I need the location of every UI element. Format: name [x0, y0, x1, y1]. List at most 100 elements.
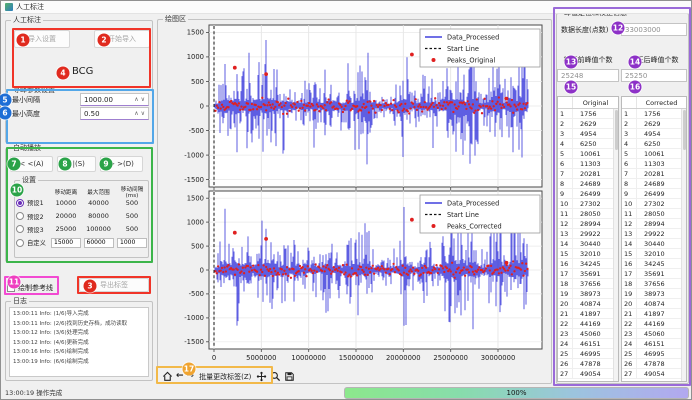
peak-value: 4954 — [637, 129, 686, 138]
peak-value: 1756 — [573, 109, 618, 118]
preset-radio[interactable] — [16, 212, 24, 220]
peak-value: 28994 — [637, 219, 686, 228]
table-row[interactable]: 1228994 — [622, 219, 686, 229]
peak-value: 32010 — [637, 249, 686, 258]
preset-value: 20000 — [50, 212, 82, 220]
row-index: 22 — [622, 319, 637, 328]
magnifier-icon[interactable] — [270, 371, 281, 382]
table-row[interactable]: 1128050 — [622, 209, 686, 219]
table-row[interactable]: 2749054 — [558, 369, 618, 379]
row-index: 15 — [622, 249, 637, 258]
preset-row: 自定义 — [16, 236, 149, 249]
spin-down-icon[interactable]: ∨ — [141, 111, 145, 117]
table-row[interactable]: 1837656 — [622, 279, 686, 289]
table-row[interactable]: 1837656 — [558, 279, 618, 289]
row-index: 27 — [558, 369, 573, 378]
table-row[interactable]: 1329922 — [558, 229, 618, 239]
corrected-peaks-table[interactable]: Corrected1175622629349544625051006161130… — [621, 96, 687, 382]
table-row[interactable]: 2749054 — [622, 369, 686, 379]
original-peaks-table[interactable]: Original11756226293495446250510061611303… — [557, 96, 619, 382]
table-row[interactable]: 1532010 — [622, 249, 686, 259]
table-row[interactable]: 720281 — [622, 169, 686, 179]
home-icon[interactable] — [162, 371, 173, 382]
custom-value-input[interactable] — [117, 238, 147, 248]
table-row[interactable]: 1634245 — [558, 259, 618, 269]
table-row[interactable]: 46250 — [558, 139, 618, 149]
annotation-badge-1: 1 — [17, 34, 30, 47]
preset-radio[interactable] — [16, 239, 24, 247]
table-row[interactable]: 2546995 — [622, 349, 686, 359]
table-row[interactable]: 1430440 — [622, 239, 686, 249]
preset-radio[interactable] — [16, 225, 24, 233]
table-row[interactable]: 1027302 — [622, 199, 686, 209]
svg-text:1000: 1000 — [187, 218, 204, 226]
min-height-spinbox[interactable]: 0.50 ∧∨ — [80, 107, 149, 120]
table-row[interactable]: 2446151 — [622, 339, 686, 349]
table-row[interactable]: 1128050 — [558, 209, 618, 219]
signal-plots-canvas[interactable]: 150010005000-500-1000-1500Data_Processed… — [158, 21, 550, 365]
table-row[interactable]: 46250 — [622, 139, 686, 149]
back-arrow-icon[interactable]: ← — [176, 371, 184, 382]
batch-edit-labels-button[interactable]: 批量更改标签(Z) — [199, 372, 251, 382]
table-row[interactable]: 1938973 — [558, 289, 618, 299]
table-row[interactable]: 2244169 — [558, 319, 618, 329]
custom-value-input[interactable] — [51, 238, 81, 248]
table-row[interactable]: 611303 — [622, 159, 686, 169]
spin-down-icon[interactable]: ∨ — [141, 97, 145, 103]
peak-value: 46151 — [573, 339, 618, 348]
table-row[interactable]: 1027302 — [558, 199, 618, 209]
table-row[interactable]: 1329922 — [622, 229, 686, 239]
table-row[interactable]: 2446151 — [558, 339, 618, 349]
peak-value: 1756 — [637, 109, 686, 118]
row-index: 4 — [558, 139, 573, 148]
peak-value: 11303 — [637, 159, 686, 168]
peak-value: 20281 — [637, 169, 686, 178]
table-row[interactable]: 926499 — [558, 189, 618, 199]
min-interval-label: 最小间隔 — [12, 96, 40, 105]
table-row[interactable]: 2040874 — [558, 299, 618, 309]
table-row[interactable]: 926499 — [622, 189, 686, 199]
table-row[interactable]: 510061 — [558, 149, 618, 159]
preset-radio[interactable] — [16, 199, 24, 207]
table-row[interactable]: 2647878 — [558, 359, 618, 369]
table-row[interactable]: 720281 — [558, 169, 618, 179]
table-row[interactable]: 1532010 — [558, 249, 618, 259]
table-row[interactable]: 34954 — [558, 129, 618, 139]
table-row[interactable]: 22629 — [558, 119, 618, 129]
table-row[interactable]: 2141897 — [622, 309, 686, 319]
table-row[interactable]: 824689 — [558, 179, 618, 189]
table-row[interactable]: 1228994 — [558, 219, 618, 229]
log-output[interactable]: 13:00:11 Info: (1/6)导入完成13:00:11 Info: (… — [9, 307, 149, 377]
table-row[interactable]: 2244169 — [622, 319, 686, 329]
manual-group-title: 人工标注 — [11, 16, 43, 25]
table-row[interactable]: 1634245 — [622, 259, 686, 269]
spin-up-icon[interactable]: ∧ — [134, 97, 138, 103]
table-row[interactable]: 510061 — [622, 149, 686, 159]
custom-value-input[interactable] — [84, 238, 114, 248]
table-row[interactable]: 2546995 — [558, 349, 618, 359]
spin-up-icon[interactable]: ∧ — [134, 111, 138, 117]
table-row[interactable]: 2141897 — [558, 309, 618, 319]
table-scrollbar[interactable] — [613, 109, 618, 381]
table-row[interactable]: 1430440 — [558, 239, 618, 249]
save-icon[interactable] — [284, 371, 295, 382]
table-row[interactable]: 34954 — [622, 129, 686, 139]
table-row[interactable]: 1938973 — [622, 289, 686, 299]
svg-text:0: 0 — [200, 266, 204, 274]
table-row[interactable]: 611303 — [558, 159, 618, 169]
table-row[interactable]: 2647878 — [622, 359, 686, 369]
peak-value: 28050 — [573, 209, 618, 218]
table-row[interactable]: 22629 — [622, 119, 686, 129]
table-row[interactable]: 2345060 — [622, 329, 686, 339]
table-scrollbar[interactable] — [681, 109, 686, 381]
table-row[interactable]: 11756 — [558, 109, 618, 119]
table-row[interactable]: 824689 — [622, 179, 686, 189]
table-row[interactable]: 1735691 — [558, 269, 618, 279]
table-row[interactable]: 1735691 — [622, 269, 686, 279]
peak-value: 10061 — [573, 149, 618, 158]
min-interval-spinbox[interactable]: 1000.00 ∧∨ — [80, 93, 149, 106]
table-row[interactable]: 11756 — [622, 109, 686, 119]
pan-icon[interactable] — [256, 371, 267, 382]
table-row[interactable]: 2040874 — [622, 299, 686, 309]
table-row[interactable]: 2345060 — [558, 329, 618, 339]
